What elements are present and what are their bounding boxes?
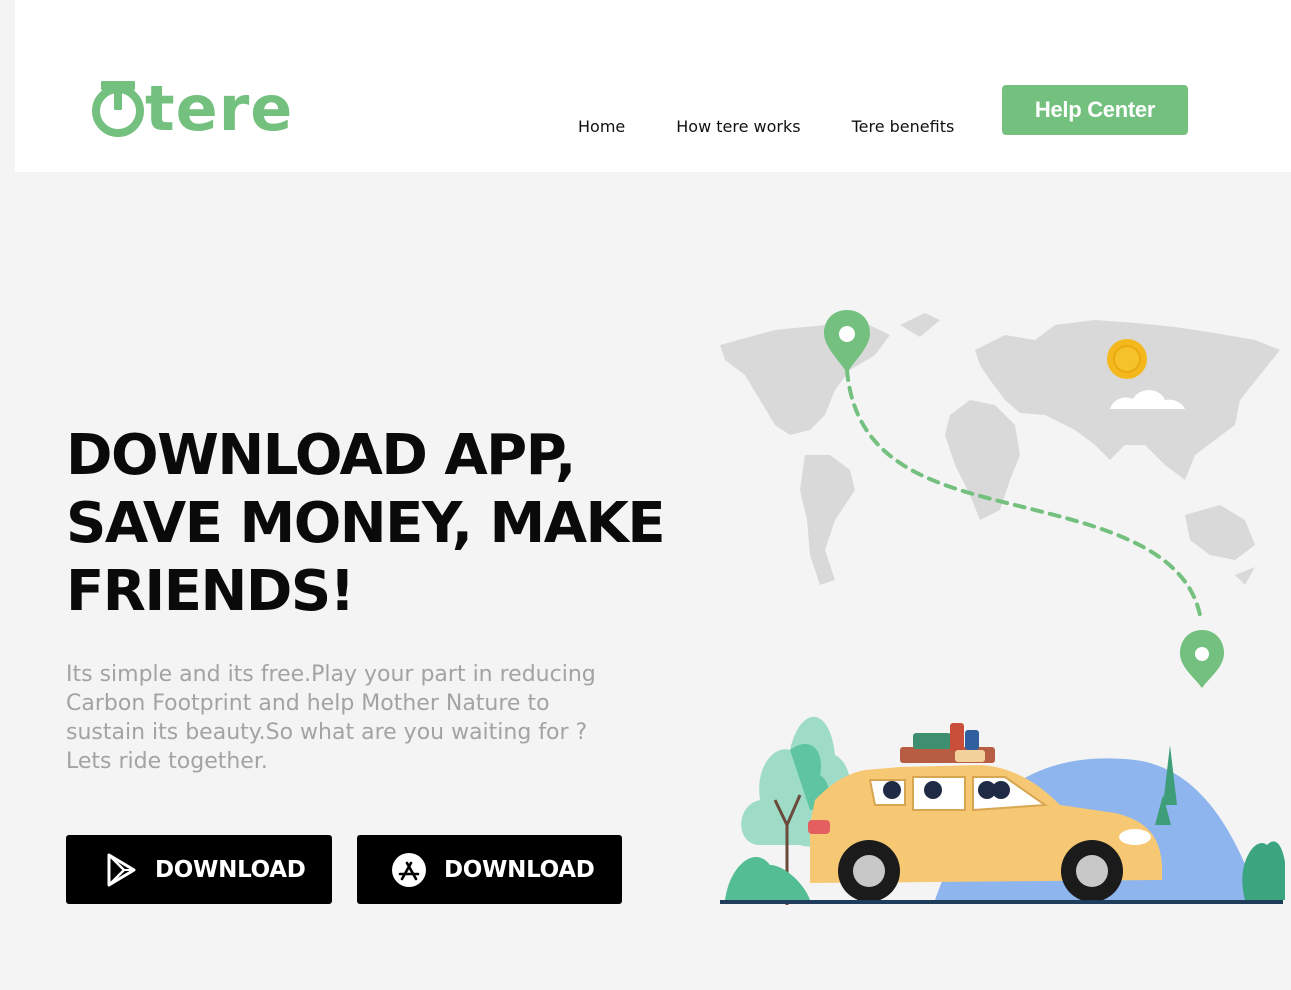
logo[interactable]: tere [87,78,293,140]
world-map-icon [720,313,1280,585]
hero-title-line-1: DOWNLOAD APP, [66,423,576,488]
app-store-icon [392,852,426,887]
app-store-download-label: DOWNLOAD [444,856,595,883]
nav-how-tere-works[interactable]: How tere works [676,117,800,136]
location-pin-icon [1180,630,1224,688]
hero-title: DOWNLOAD APP, SAVE MONEY, MAKE FRIENDS! [66,422,686,626]
power-logo-icon [92,81,144,137]
nav-tere-benefits[interactable]: Tere benefits [852,117,955,136]
travel-illustration [720,310,1285,905]
nav-home[interactable]: Home [578,117,625,136]
hero-title-line-2: SAVE MONEY, MAKE [66,491,666,556]
app-store-download-button[interactable]: DOWNLOAD [357,835,622,904]
sun-icon [1107,339,1147,379]
site-header: tere Home How tere works Tere benefits H… [15,0,1291,172]
main-nav: Home How tere works Tere benefits [578,117,1005,136]
google-play-download-button[interactable]: DOWNLOAD [66,835,332,904]
logo-text: tere [145,72,294,145]
hero-description: Its simple and its free.Play your part i… [66,662,596,774]
luggage-icon [900,723,995,763]
google-play-icon [107,853,136,886]
help-center-button[interactable]: Help Center [1002,85,1188,135]
hero-title-line-3: FRIENDS! [66,559,355,624]
google-play-download-label: DOWNLOAD [155,856,306,883]
